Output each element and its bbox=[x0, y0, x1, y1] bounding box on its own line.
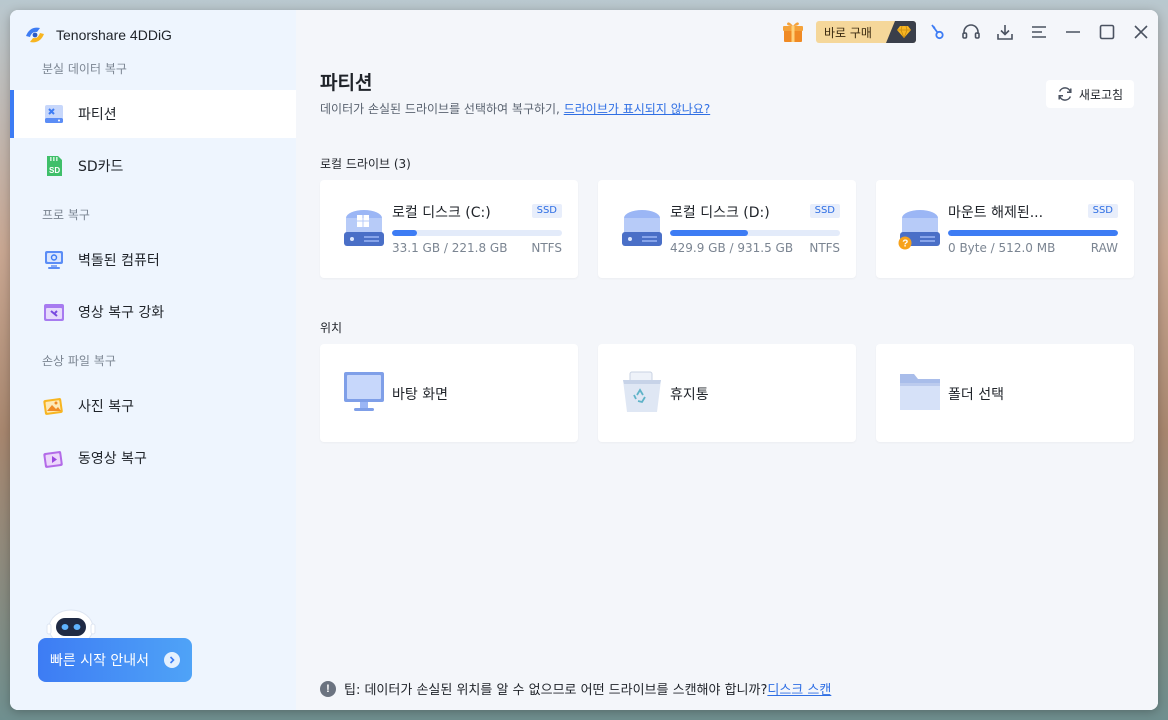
sidebar-item-label: 파티션 bbox=[78, 107, 117, 123]
info-icon: ! bbox=[320, 680, 336, 697]
tip-text: 팁: 데이터가 손실된 위치를 알 수 없으므로 어떤 드라이브를 스캔해야 합… bbox=[344, 683, 768, 698]
sidebar-item-label: 사진 복구 bbox=[78, 399, 134, 415]
locations-label: 위치 bbox=[320, 321, 343, 335]
local-drives-label: 로컬 드라이브 (3) bbox=[320, 157, 411, 171]
location-label: 바탕 화면 bbox=[392, 387, 448, 403]
recycle-bin-icon bbox=[623, 371, 661, 412]
drive-name: 로컬 디스크 (D:) bbox=[670, 205, 770, 221]
sidebar-item-label: 영상 복구 강화 bbox=[78, 305, 165, 321]
page-title: 파티션 bbox=[320, 72, 373, 94]
ssd-badge: SSD bbox=[531, 204, 562, 218]
drive-card-c[interactable]: 로컬 디스크 (C:) SSD 33.1 GB / 221.8 GB NTFS bbox=[320, 180, 578, 278]
tip-bar: ! 팁: 데이터가 손실된 위치를 알 수 없으므로 어떤 드라이브를 스캔해야… bbox=[320, 679, 831, 698]
usage-bar-fill bbox=[948, 230, 1118, 236]
folder-icon bbox=[900, 374, 940, 410]
hard-drive-unknown-icon: ? bbox=[898, 210, 940, 250]
headset-icon[interactable] bbox=[954, 20, 988, 44]
sidebar-item-bricked-computer[interactable]: 벽돌된 컴퓨터 bbox=[10, 236, 296, 284]
drive-filesystem: NTFS bbox=[531, 241, 562, 255]
title-bar: 바로 구매 bbox=[776, 20, 1158, 44]
drive-filesystem: NTFS bbox=[809, 241, 840, 255]
app-title: Tenorshare 4DDiG bbox=[56, 27, 172, 43]
location-label: 휴지통 bbox=[670, 387, 709, 403]
main-panel: 바로 구매 파티션 데이터가 손실된 드라이브를 선택하여 복구하기, 드라이브… bbox=[296, 10, 1158, 710]
brand: Tenorshare 4DDiG bbox=[22, 22, 172, 48]
ssd-badge: SSD bbox=[809, 204, 840, 218]
ssd-badge: SSD bbox=[1087, 204, 1118, 218]
usage-bar bbox=[948, 230, 1118, 236]
location-label: 폴더 선택 bbox=[948, 387, 1004, 403]
maximize-icon[interactable] bbox=[1090, 20, 1124, 44]
menu-icon[interactable] bbox=[1022, 20, 1056, 44]
svg-text:SD: SD bbox=[49, 166, 60, 175]
usage-bar-fill bbox=[392, 230, 418, 236]
sidebar: Tenorshare 4DDiG 분실 데이터 복구 파티션 SD SD카드 프… bbox=[10, 10, 296, 710]
drive-size: 33.1 GB / 221.8 GB bbox=[392, 241, 508, 255]
sidebar-item-label: 동영상 복구 bbox=[78, 451, 147, 467]
refresh-button[interactable]: 새로고침 bbox=[1046, 80, 1134, 108]
drive-card-d[interactable]: 로컬 디스크 (D:) SSD 429.9 GB / 931.5 GB NTFS bbox=[598, 180, 856, 278]
usage-bar-fill bbox=[670, 230, 749, 236]
buy-now-button[interactable]: 바로 구매 bbox=[816, 21, 916, 43]
svg-text:?: ? bbox=[902, 239, 908, 250]
hard-drive-icon bbox=[622, 210, 662, 246]
subtitle-text: 데이터가 손실된 드라이브를 선택하여 복구하기, bbox=[320, 102, 560, 116]
photo-icon bbox=[42, 394, 66, 418]
bricked-computer-icon bbox=[42, 248, 66, 272]
section-corrupted-file: 손상 파일 복구 bbox=[42, 354, 116, 368]
sidebar-item-photo-repair[interactable]: 사진 복구 bbox=[10, 382, 296, 430]
sd-card-icon: SD bbox=[42, 154, 66, 178]
quick-start-label: 빠른 시작 안내서 bbox=[50, 653, 150, 669]
app-logo-icon bbox=[26, 27, 44, 43]
sidebar-item-video-recovery[interactable]: 동영상 복구 bbox=[10, 434, 296, 482]
location-card-select-folder[interactable]: 폴더 선택 bbox=[876, 344, 1134, 442]
diamond-icon bbox=[886, 21, 916, 43]
key-icon[interactable] bbox=[920, 20, 954, 44]
sidebar-item-label: 벽돌된 컴퓨터 bbox=[78, 253, 160, 269]
minimize-icon[interactable] bbox=[1056, 20, 1090, 44]
location-card-recycle-bin[interactable]: 휴지통 bbox=[598, 344, 856, 442]
section-pro-recovery: 프로 복구 bbox=[42, 208, 90, 222]
gift-icon[interactable] bbox=[776, 20, 810, 44]
quick-start-guide-button[interactable]: 빠른 시작 안내서 bbox=[38, 638, 192, 682]
drive-name: 마운트 해제된... bbox=[948, 205, 1044, 221]
sidebar-item-partition[interactable]: 파티션 bbox=[10, 90, 296, 138]
drive-not-shown-link[interactable]: 드라이브가 표시되지 않나요? bbox=[564, 102, 710, 116]
chevron-right-icon bbox=[164, 652, 180, 668]
refresh-icon bbox=[1057, 86, 1073, 102]
hard-drive-icon bbox=[344, 210, 384, 246]
download-icon[interactable] bbox=[988, 20, 1022, 44]
desktop-icon bbox=[344, 372, 384, 411]
buy-now-label: 바로 구매 bbox=[824, 25, 872, 40]
drive-name: 로컬 디스크 (C:) bbox=[392, 205, 491, 221]
drive-card-unmounted[interactable]: ? 마운트 해제된... SSD 0 Byte / 512.0 MB RAW bbox=[876, 180, 1134, 278]
usage-bar bbox=[670, 230, 840, 236]
usage-bar bbox=[392, 230, 562, 236]
sidebar-item-video-repair[interactable]: 영상 복구 강화 bbox=[10, 288, 296, 336]
video-repair-icon bbox=[42, 300, 66, 324]
disk-scan-link[interactable]: 디스크 스캔 bbox=[767, 679, 831, 698]
video-icon bbox=[42, 446, 66, 470]
drive-filesystem: RAW bbox=[1090, 241, 1118, 255]
drive-size: 429.9 GB / 931.5 GB bbox=[670, 241, 794, 255]
refresh-label: 새로고침 bbox=[1078, 87, 1124, 102]
sidebar-item-label: SD카드 bbox=[78, 159, 124, 175]
sidebar-item-sd-card[interactable]: SD SD카드 bbox=[10, 142, 296, 190]
drive-size: 0 Byte / 512.0 MB bbox=[948, 241, 1056, 255]
app-window: Tenorshare 4DDiG 분실 데이터 복구 파티션 SD SD카드 프… bbox=[10, 10, 1158, 710]
partition-icon bbox=[42, 102, 66, 126]
location-card-desktop[interactable]: 바탕 화면 bbox=[320, 344, 578, 442]
section-lost-data: 분실 데이터 복구 bbox=[42, 62, 127, 76]
close-icon[interactable] bbox=[1124, 20, 1158, 44]
page-subtitle: 데이터가 손실된 드라이브를 선택하여 복구하기, 드라이브가 표시되지 않나요… bbox=[320, 100, 710, 117]
